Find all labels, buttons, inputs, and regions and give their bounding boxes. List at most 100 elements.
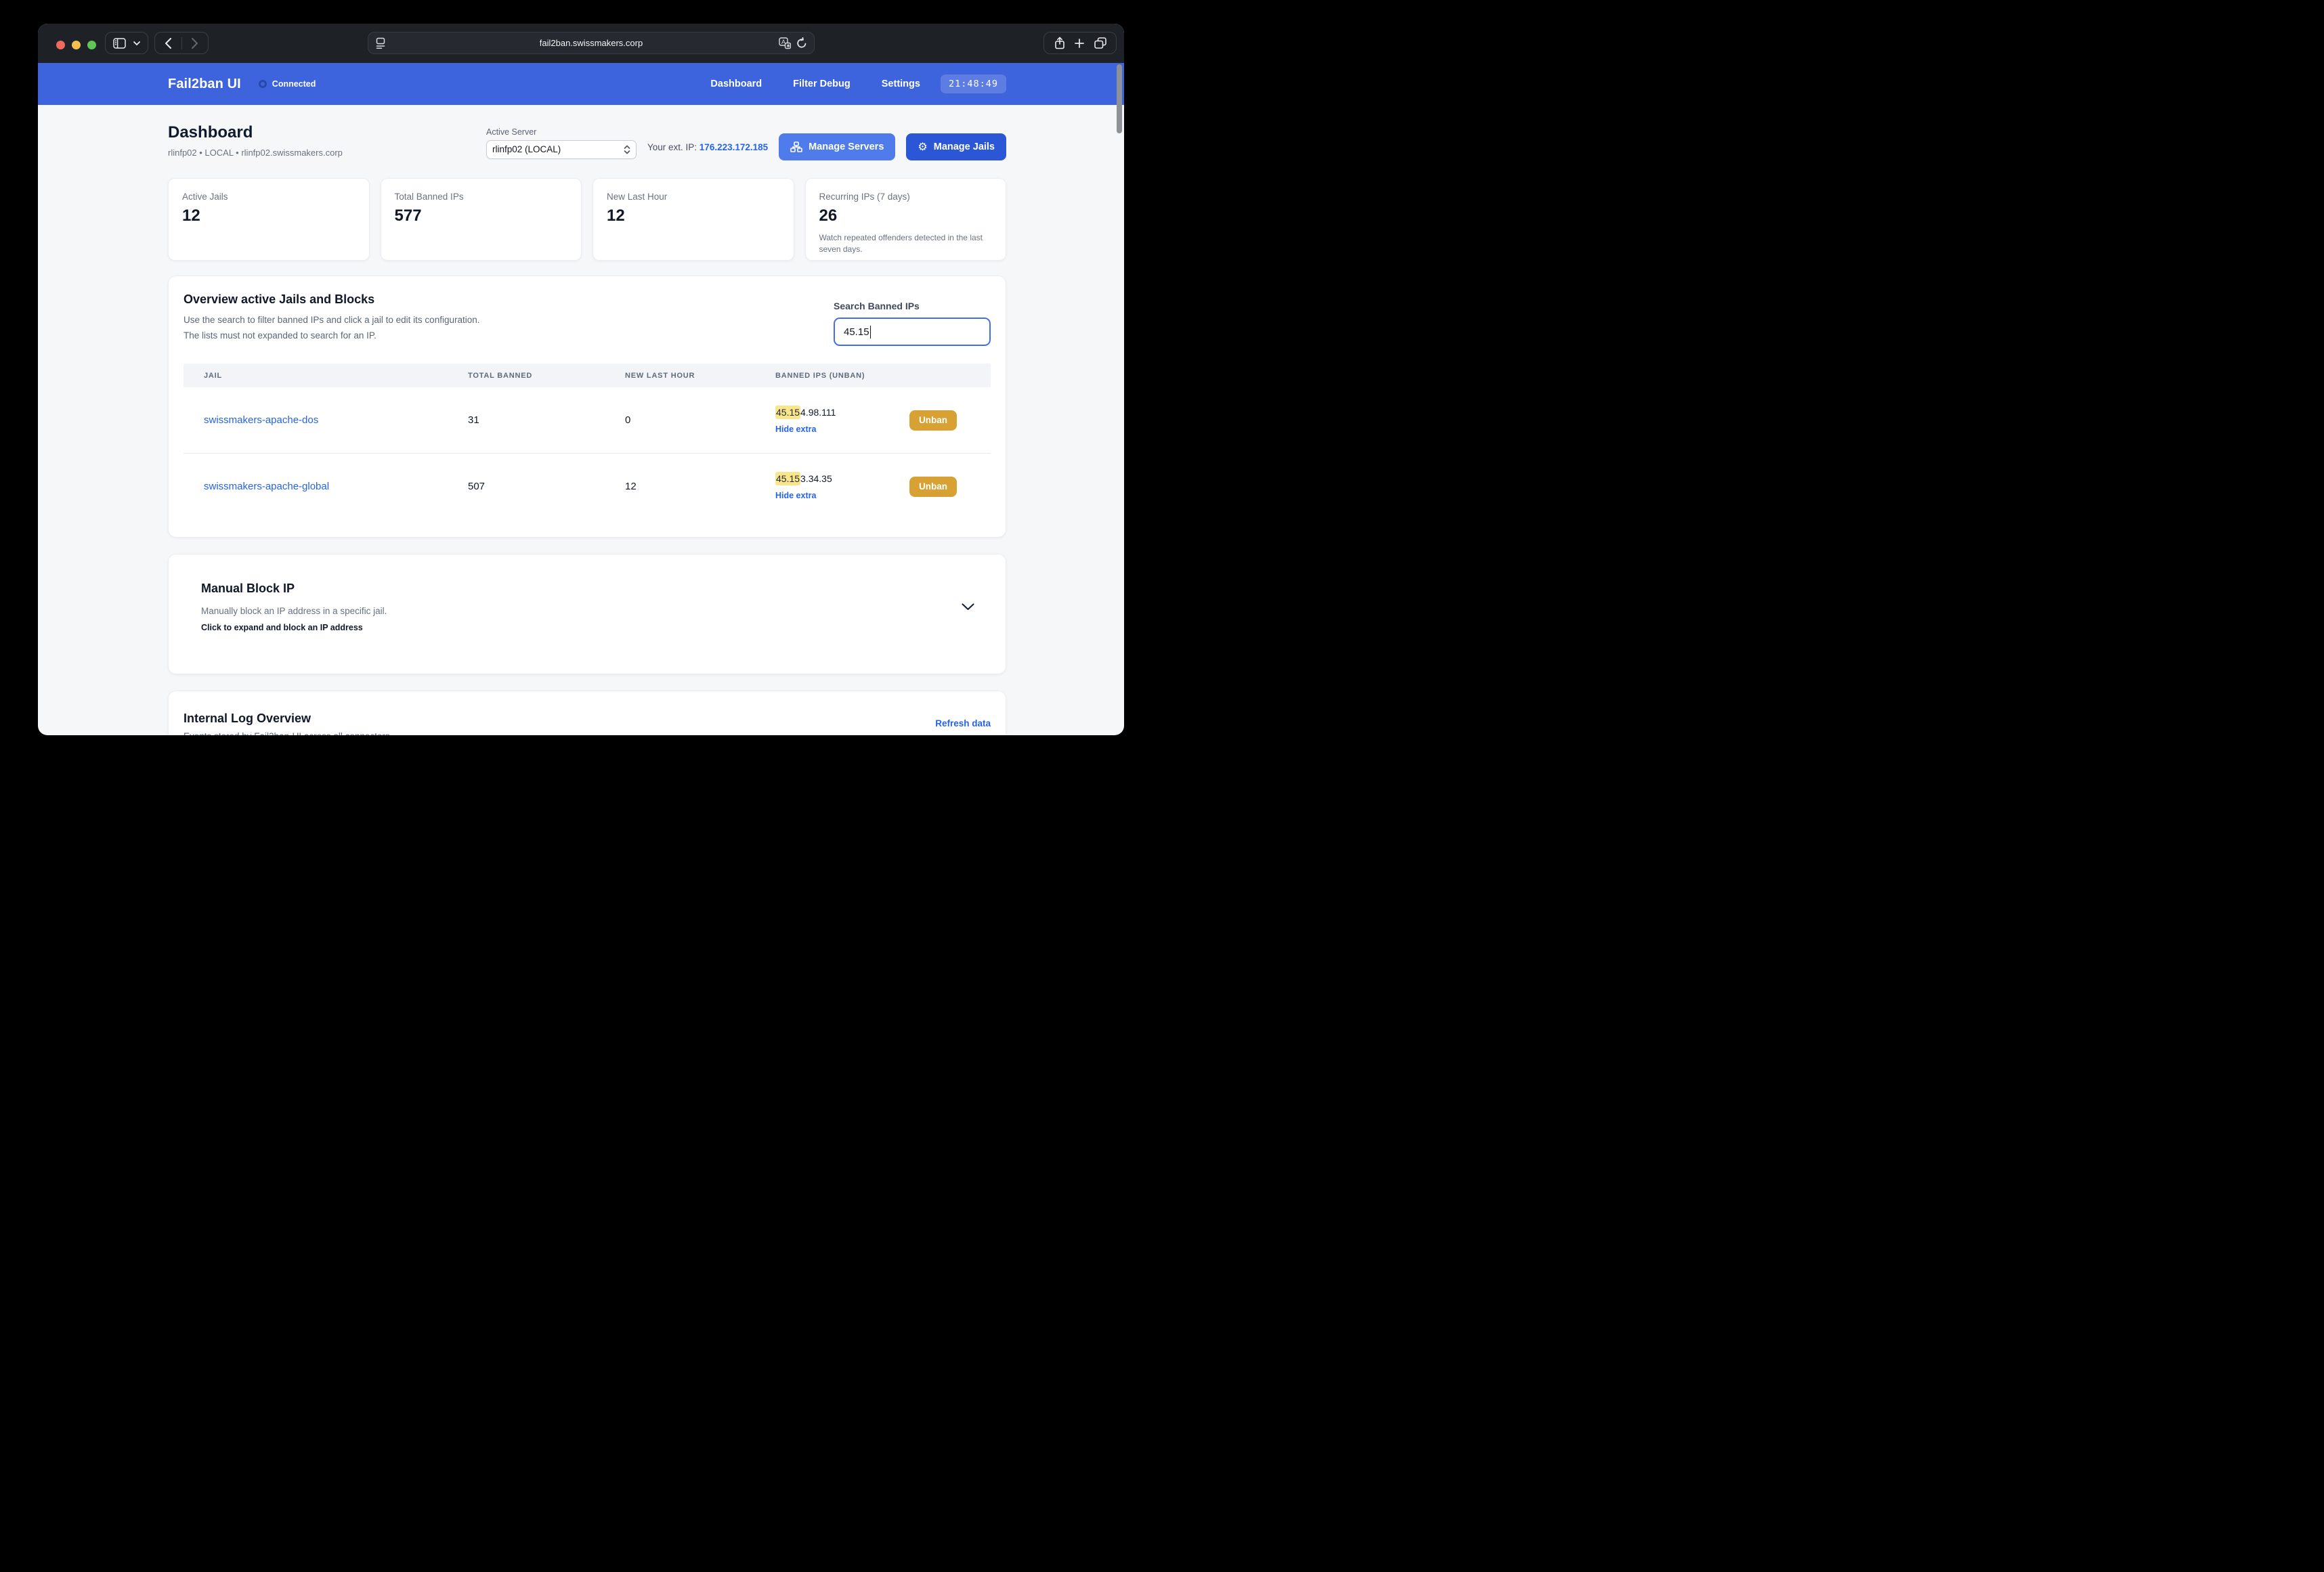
internal-log-description: Events stored by Fail2ban-UI across all … [184,731,991,735]
minimize-window-button[interactable] [72,41,81,49]
stat-card-recurring-ips: Recurring IPs (7 days) 26 Watch repeated… [804,178,1006,261]
forward-icon[interactable] [192,37,198,49]
col-header-new-last-hour: NEW LAST HOUR [625,371,695,380]
banned-ip: 45.154.98.111 [775,405,836,419]
stats-row: Active Jails 12 Total Banned IPs 577 New… [168,178,1006,261]
tab-overview-icon[interactable] [1094,37,1106,49]
stat-card-new-last-hour: New Last Hour 12 [593,178,794,261]
col-header-banned-ips: BANNED IPS (UNBAN) [775,371,865,380]
table-header-row: JAIL TOTAL BANNED NEW LAST HOUR BANNED I… [184,364,991,387]
total-banned-value: 31 [468,414,479,426]
search-input[interactable]: 45.15 [834,318,991,346]
toolbar-right-group [1043,32,1117,54]
server-select[interactable]: rlinfp02 (LOCAL) [486,139,637,159]
internal-log-card: Internal Log Overview Events stored by F… [168,691,1006,735]
status-ring-icon [258,80,267,88]
sitemap-icon [790,141,802,152]
manual-block-title: Manual Block IP [201,582,295,595]
stat-description: Watch repeated offenders detected in the… [819,233,983,254]
jails-table: JAIL TOTAL BANNED NEW LAST HOUR BANNED I… [184,364,991,519]
nav-dashboard[interactable]: Dashboard [710,79,762,89]
unban-button[interactable]: Unban [909,476,957,497]
stat-label: Active Jails [182,192,228,202]
reader-icon[interactable] [375,37,386,49]
new-last-hour-value: 0 [625,414,631,426]
stat-label: Total Banned IPs [394,192,464,202]
jail-link[interactable]: swissmakers-apache-dos [204,414,468,426]
manage-jails-label: Manage Jails [933,141,995,152]
internal-log-title: Internal Log Overview [184,712,311,725]
reload-icon[interactable] [796,37,807,49]
stat-card-total-banned: Total Banned IPs 577 [380,178,582,261]
stat-label: New Last Hour [607,192,668,202]
external-ip-label: Your ext. IP: [647,141,697,152]
hide-extra-link[interactable]: Hide extra [775,491,832,500]
table-row: swissmakers-apache-dos 31 0 45.154.98.11… [184,387,991,453]
manual-block-card[interactable]: Manual Block IP Manually block an IP add… [168,554,1006,674]
browser-window: fail2ban.swissmakers.corp A ✱ Fail2ban U… [38,24,1124,735]
ip-rest: 4.98.111 [800,406,836,418]
search-block: Search Banned IPs 45.15 [834,301,991,346]
manage-servers-label: Manage Servers [809,141,884,152]
stat-label: Recurring IPs (7 days) [819,192,910,202]
page-title: Dashboard [168,123,253,141]
url-text: fail2ban.swissmakers.corp [539,38,643,48]
search-input-value: 45.15 [844,326,869,338]
sidebar-icon[interactable] [113,37,126,49]
page-subtitle: rlinfp02 • LOCAL • rlinfp02.swissmakers.… [168,148,343,158]
expand-chevron-icon[interactable] [962,603,974,611]
banned-ip: 45.153.34.35 [775,471,832,485]
search-label: Search Banned IPs [834,301,920,311]
manage-servers-button[interactable]: Manage Servers [779,133,896,160]
table-row: swissmakers-apache-global 507 12 45.153.… [184,453,991,519]
unban-button[interactable]: Unban [909,410,957,431]
app-header: Fail2ban UI Connected Dashboard Filter D… [38,63,1124,105]
nav-filter-debug[interactable]: Filter Debug [793,79,851,89]
new-last-hour-value: 12 [625,481,637,492]
browser-titlebar: fail2ban.swissmakers.corp A ✱ [38,24,1124,63]
select-arrows-icon [624,145,630,154]
history-nav-group [154,32,209,54]
active-server-label: Active Server [486,127,537,137]
manual-block-hint: Click to expand and block an IP address [201,623,363,632]
nav-settings[interactable]: Settings [882,79,920,89]
stat-value: 12 [607,206,625,225]
server-select-value: rlinfp02 (LOCAL) [492,144,561,154]
ip-search-highlight: 45.15 [775,405,801,419]
refresh-data-link[interactable]: Refresh data [935,718,991,728]
scrollbar-thumb[interactable] [1117,64,1122,133]
stat-value: 577 [394,206,422,225]
jail-link[interactable]: swissmakers-apache-global [204,481,468,492]
back-icon[interactable] [165,37,171,49]
overview-card: Overview active Jails and Blocks Use the… [168,276,1006,538]
app-brand: Fail2ban UI [168,76,241,91]
col-header-total-banned: TOTAL BANNED [468,371,533,380]
external-ip: Your ext. IP: 176.223.172.185 [647,142,768,152]
clock-badge: 21:48:49 [940,74,1006,93]
stat-value: 26 [819,206,838,225]
stat-card-active-jails: Active Jails 12 [168,178,370,261]
text-caret [869,325,872,339]
connection-status: Connected [258,79,316,89]
chevron-down-icon[interactable] [133,41,140,45]
address-bar[interactable]: fail2ban.swissmakers.corp A ✱ [368,32,815,54]
svg-text:✱: ✱ [786,43,790,49]
translate-icon[interactable]: A ✱ [779,37,791,49]
sidebar-toggle-group[interactable] [105,32,148,54]
col-header-jail: JAIL [204,371,223,380]
external-ip-value: 176.223.172.185 [699,141,769,152]
zoom-window-button[interactable] [87,41,96,49]
main-nav: Dashboard Filter Debug Settings [710,79,920,89]
page-title-block: Dashboard rlinfp02 • LOCAL • rlinfp02.sw… [168,123,343,158]
close-window-button[interactable] [56,41,65,49]
ip-search-highlight: 45.15 [775,471,801,485]
new-tab-icon[interactable] [1075,38,1084,48]
status-label: Connected [272,79,316,89]
stat-value: 12 [182,206,200,225]
share-icon[interactable] [1054,37,1065,49]
window-controls [56,41,96,49]
hide-extra-link[interactable]: Hide extra [775,424,836,434]
manual-block-description: Manually block an IP address in a specif… [201,606,387,616]
manage-jails-button[interactable]: ⚙ Manage Jails [906,133,1006,160]
total-banned-value: 507 [468,481,486,492]
